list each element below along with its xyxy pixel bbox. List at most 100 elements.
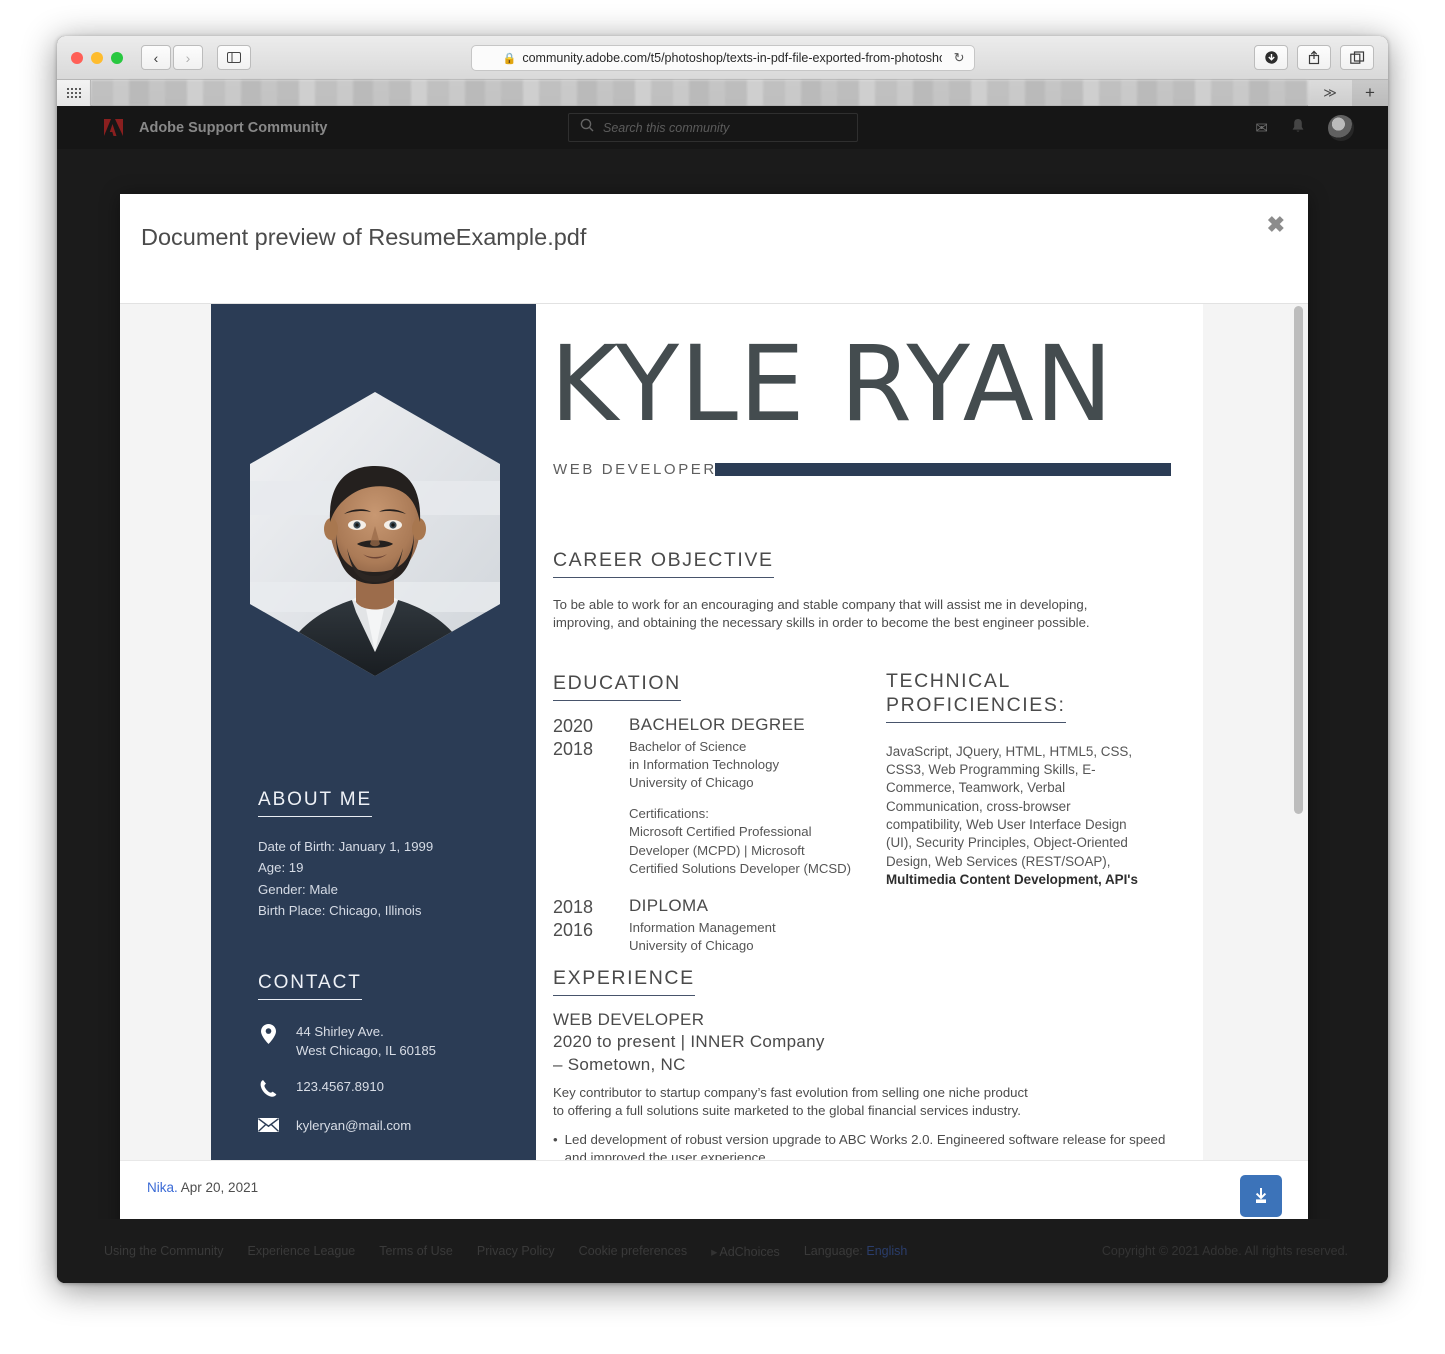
- minimize-window-button[interactable]: [91, 51, 103, 64]
- close-icon[interactable]: ✖: [1267, 214, 1285, 236]
- window-controls[interactable]: [71, 51, 123, 64]
- resume-job-title: WEB DEVELOPER: [553, 461, 717, 478]
- bookmark-items-blurred[interactable]: [91, 79, 1308, 106]
- modal-header: Document preview of ResumeExample.pdf ✖: [120, 194, 1308, 304]
- toolbar-actions[interactable]: [1254, 45, 1374, 70]
- degree-sub-2: in Information Technology: [629, 757, 780, 773]
- post-date: Apr 20, 2021: [180, 1180, 259, 1195]
- footer-link-adchoices[interactable]: ▸ AdChoices: [711, 1244, 780, 1259]
- education-years: 2020 2018: [553, 715, 629, 878]
- document-scroll-area[interactable]: ABOUT ME Date of Birth: January 1, 1999 …: [120, 304, 1308, 1160]
- education-detail: DIPLOMA Information Management Universit…: [629, 896, 776, 956]
- desktop-background: ‹ › 🔒 community.adobe.com/t5/photoshop/t…: [0, 0, 1445, 1354]
- footer-link-terms-of-use[interactable]: Terms of Use: [379, 1244, 453, 1259]
- navigation-buttons[interactable]: ‹ ›: [141, 45, 203, 70]
- about-me-section: ABOUT ME Date of Birth: January 1, 1999 …: [258, 789, 498, 922]
- about-line-age: Age: 19: [258, 860, 304, 876]
- about-line-gender: Gender: Male: [258, 881, 338, 897]
- scrollbar-thumb[interactable]: [1294, 306, 1303, 814]
- back-button[interactable]: ‹: [141, 45, 171, 70]
- document-scrollbar[interactable]: [1292, 306, 1303, 1160]
- search-icon: [580, 118, 594, 137]
- bookmarks-bar[interactable]: ≫ +: [57, 79, 1388, 106]
- experience-section: EXPERIENCE WEB DEVELOPER 2020 to present…: [553, 967, 1183, 1160]
- bookmarks-overflow-button[interactable]: ≫: [1308, 79, 1352, 106]
- footer-copyright: Copyright © 2021 Adobe. All rights reser…: [1101, 1244, 1348, 1258]
- footer-link-using-the-community[interactable]: Using the Community: [104, 1244, 224, 1259]
- safari-browser-window: ‹ › 🔒 community.adobe.com/t5/photoshop/t…: [57, 36, 1388, 1283]
- technical-skills-text: JavaScript, JQuery, HTML, HTML5, CSS, CS…: [886, 743, 1146, 890]
- about-line-dob: Date of Birth: January 1, 1999: [258, 839, 434, 854]
- year-to: 2018: [553, 738, 594, 759]
- degree-sub-1: Bachelor of Science: [629, 739, 747, 755]
- adobe-site-header: Adobe Support Community Search this comm…: [57, 106, 1388, 149]
- search-placeholder: Search this community: [603, 120, 730, 135]
- footer-links[interactable]: Using the Community Experience League Te…: [104, 1244, 907, 1259]
- contact-phone-row: 123.4567.8910: [258, 1077, 508, 1098]
- technical-skills-bold: Multimedia Content Development, API's: [886, 872, 1138, 888]
- messages-icon[interactable]: ✉: [1255, 119, 1268, 137]
- language-value[interactable]: English: [866, 1244, 907, 1258]
- download-icon: [1255, 1188, 1267, 1203]
- contact-heading: CONTACT: [258, 972, 362, 1000]
- footer-link-cookie-preferences[interactable]: Cookie preferences: [579, 1244, 687, 1259]
- site-brand-title: Adobe Support Community: [139, 119, 328, 136]
- experience-entry: WEB DEVELOPER 2020 to present | INNER Co…: [553, 1009, 1183, 1160]
- footer-link-privacy-policy[interactable]: Privacy Policy: [477, 1244, 555, 1259]
- about-line-birthplace: Birth Place: Chicago, Illinois: [258, 903, 422, 919]
- contact-phone: 123.4567.8910: [296, 1079, 385, 1095]
- year-to: 2016: [553, 919, 594, 940]
- certifications-label: Certifications:: [629, 806, 709, 822]
- forward-button[interactable]: ›: [173, 45, 203, 70]
- experience-period: 2020 to present | INNER Company: [553, 1032, 825, 1052]
- tab-overview-icon: [1349, 50, 1364, 64]
- about-me-heading: ABOUT ME: [258, 789, 373, 817]
- adchoices-label: AdChoices: [719, 1244, 780, 1259]
- address-line-1: 44 Shirley Ave.: [296, 1024, 384, 1039]
- technical-heading-line-2: PROFICIENCIES:: [886, 693, 1066, 716]
- new-tab-button[interactable]: +: [1352, 79, 1388, 106]
- experience-desc-line-2: to offering a full solutions suite marke…: [553, 1102, 1021, 1118]
- education-detail: BACHELOR DEGREE Bachelor of Science in I…: [629, 715, 851, 878]
- address-bar[interactable]: 🔒 community.adobe.com/t5/photoshop/texts…: [470, 45, 975, 71]
- notifications-bell-icon[interactable]: [1291, 118, 1305, 138]
- lock-icon: 🔒: [502, 52, 517, 65]
- resume-title-row: WEB DEVELOPER: [553, 461, 1171, 478]
- browser-titlebar: ‹ › 🔒 community.adobe.com/t5/photoshop/t…: [57, 36, 1388, 80]
- experience-location: – Sometown, NC: [553, 1054, 686, 1074]
- contact-address: 44 Shirley Ave. West Chicago, IL 60185: [296, 1022, 436, 1060]
- sidebar-toggle-button[interactable]: [217, 45, 251, 70]
- diploma-sub-1: Information Management: [629, 920, 776, 936]
- phone-icon: [258, 1077, 279, 1098]
- bullet-line-1: Led development of robust version upgrad…: [564, 1131, 1166, 1147]
- footer-language[interactable]: Language: English: [804, 1244, 908, 1259]
- experience-description: Key contributor to startup company’s fas…: [553, 1084, 1183, 1120]
- user-avatar[interactable]: [1328, 114, 1354, 141]
- resume-document: ABOUT ME Date of Birth: January 1, 1999 …: [211, 304, 1203, 1160]
- footer-link-experience-league[interactable]: Experience League: [248, 1244, 356, 1259]
- author-link[interactable]: Nika.: [147, 1180, 178, 1195]
- download-document-button[interactable]: [1240, 1175, 1282, 1217]
- technical-proficiencies-section: TECHNICAL PROFICIENCIES: JavaScript, JQu…: [886, 670, 1146, 889]
- reload-icon[interactable]: ↻: [954, 50, 965, 66]
- adchoices-icon: ▸: [711, 1244, 718, 1259]
- close-window-button[interactable]: [71, 51, 83, 64]
- url-text: community.adobe.com/t5/photoshop/texts-i…: [522, 51, 943, 65]
- objective-line-2: improving, and obtaining the necessary s…: [553, 614, 1090, 630]
- degree-school: University of Chicago: [629, 775, 754, 791]
- header-action-icons[interactable]: ✉: [1255, 106, 1354, 149]
- language-label: Language:: [803, 1243, 863, 1258]
- apps-grid-icon[interactable]: [57, 79, 91, 106]
- share-button[interactable]: [1297, 45, 1331, 70]
- tab-overview-button[interactable]: [1340, 45, 1374, 70]
- contact-address-row: 44 Shirley Ave. West Chicago, IL 60185: [258, 1022, 508, 1060]
- adobe-logo-icon[interactable]: [104, 118, 123, 137]
- download-icon: [1264, 51, 1278, 64]
- bullet-marker: •: [553, 1131, 558, 1147]
- community-search-box[interactable]: Search this community: [568, 113, 858, 142]
- experience-heading: EXPERIENCE: [553, 967, 695, 996]
- downloads-button[interactable]: [1254, 45, 1288, 70]
- contact-email-row: kyleryan@mail.com: [258, 1116, 508, 1135]
- maximize-window-button[interactable]: [111, 51, 123, 64]
